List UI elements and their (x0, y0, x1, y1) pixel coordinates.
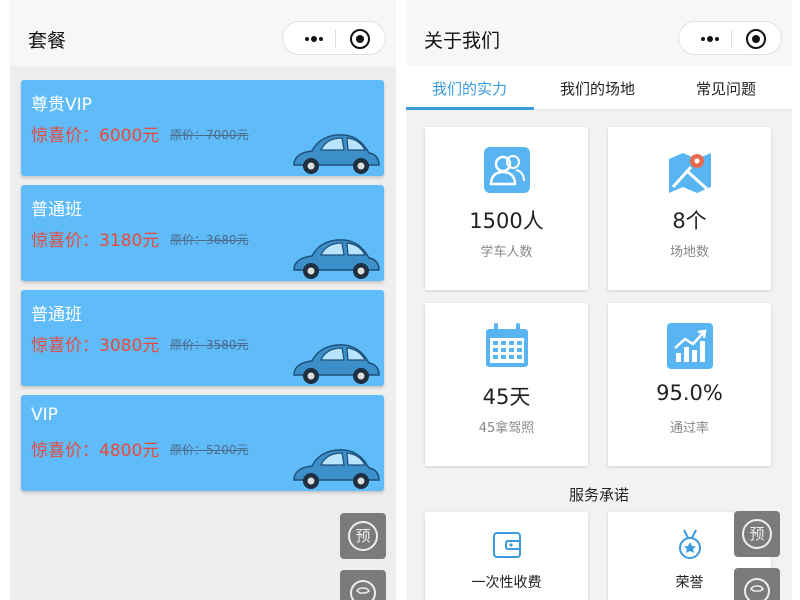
tab-bar: 我们的实力 我们的场地 常见问题 (406, 66, 792, 110)
stat-card: 95.0% 通过率 (608, 303, 771, 466)
title-bar: 套餐 (10, 0, 396, 66)
package-original-price: 原价：7000元 (170, 128, 249, 142)
page-title: 关于我们 (424, 30, 501, 52)
stat-label: 通过率 (669, 421, 709, 436)
capsule-divider (335, 30, 336, 48)
car-icon (293, 239, 380, 279)
phone-button[interactable] (340, 570, 386, 600)
package-original-price: 原价：3680元 (170, 233, 249, 247)
tab-venues[interactable]: 我们的场地 (560, 78, 635, 99)
capsule-divider (731, 30, 732, 48)
page-title: 套餐 (28, 30, 67, 52)
package-price: 惊喜价：3080元 (31, 336, 160, 356)
package-name: VIP (31, 405, 58, 425)
stat-card: 8个 场地数 (608, 127, 771, 290)
package-price: 惊喜价：6000元 (31, 126, 160, 146)
service-card: 一次性收费 (425, 512, 588, 600)
stat-value: 45天 (482, 385, 531, 409)
car-icon (293, 449, 380, 489)
phone-icon (350, 580, 376, 600)
tab-faq[interactable]: 常见问题 (696, 78, 756, 99)
close-target-icon[interactable] (746, 29, 766, 49)
reserve-button-label: 预 (742, 519, 772, 549)
phone-button[interactable] (734, 568, 780, 600)
package-card[interactable]: 普通班 惊喜价：3080元 原价：3580元 (21, 290, 384, 386)
package-card[interactable]: 尊贵VIP 惊喜价：6000元 原价：7000元 (21, 80, 384, 176)
service-section-title: 服务承诺 (568, 486, 629, 504)
package-card[interactable]: VIP 惊喜价：4800元 原价：5200元 (21, 395, 384, 491)
users-icon (484, 147, 530, 193)
tab-strength[interactable]: 我们的实力 (432, 78, 507, 99)
map-icon (669, 153, 711, 193)
stat-label: 学车人数 (480, 245, 533, 260)
stat-label: 45拿驾照 (478, 421, 535, 436)
car-icon (293, 134, 380, 174)
about-us-screen: 关于我们 我们的实力 我们的场地 常见问题 1500人 学车人数 8个 场地数 … (406, 0, 792, 600)
reserve-button[interactable]: 预 (734, 511, 780, 557)
close-target-icon[interactable] (350, 29, 370, 49)
package-card[interactable]: 普通班 惊喜价：3180元 原价：3680元 (21, 185, 384, 281)
more-icon[interactable] (299, 30, 329, 46)
package-name: 普通班 (31, 305, 82, 325)
mini-program-capsule (282, 21, 386, 55)
calendar-icon (486, 323, 528, 367)
stat-label: 场地数 (669, 245, 709, 260)
stat-card: 1500人 学车人数 (425, 127, 588, 290)
package-name: 尊贵VIP (31, 95, 92, 115)
wallet-icon (493, 532, 521, 558)
mini-program-capsule (678, 21, 782, 55)
package-original-price: 原价：5200元 (170, 443, 249, 457)
stat-card: 45天 45拿驾照 (425, 303, 588, 466)
stat-value: 1500人 (469, 209, 544, 233)
package-price: 惊喜价：4800元 (31, 441, 160, 461)
phone-icon (744, 578, 770, 600)
active-tab-indicator (406, 107, 534, 110)
packages-screen: 套餐 尊贵VIP 惊喜价：6000元 原价：7000元 普通班 惊喜价：3180… (10, 0, 396, 600)
title-bar: 关于我们 (406, 0, 792, 66)
package-name: 普通班 (31, 200, 82, 220)
stat-value: 8个 (672, 209, 707, 233)
package-price: 惊喜价：3180元 (31, 231, 160, 251)
more-icon[interactable] (695, 30, 725, 46)
chart-icon (667, 323, 713, 369)
service-label: 一次性收费 (471, 575, 542, 591)
car-icon (293, 344, 380, 384)
stat-value: 95.0% (656, 381, 723, 405)
medal-icon (679, 529, 701, 559)
reserve-button[interactable]: 预 (340, 513, 386, 559)
reserve-button-label: 预 (348, 521, 378, 551)
package-original-price: 原价：3580元 (170, 338, 249, 352)
